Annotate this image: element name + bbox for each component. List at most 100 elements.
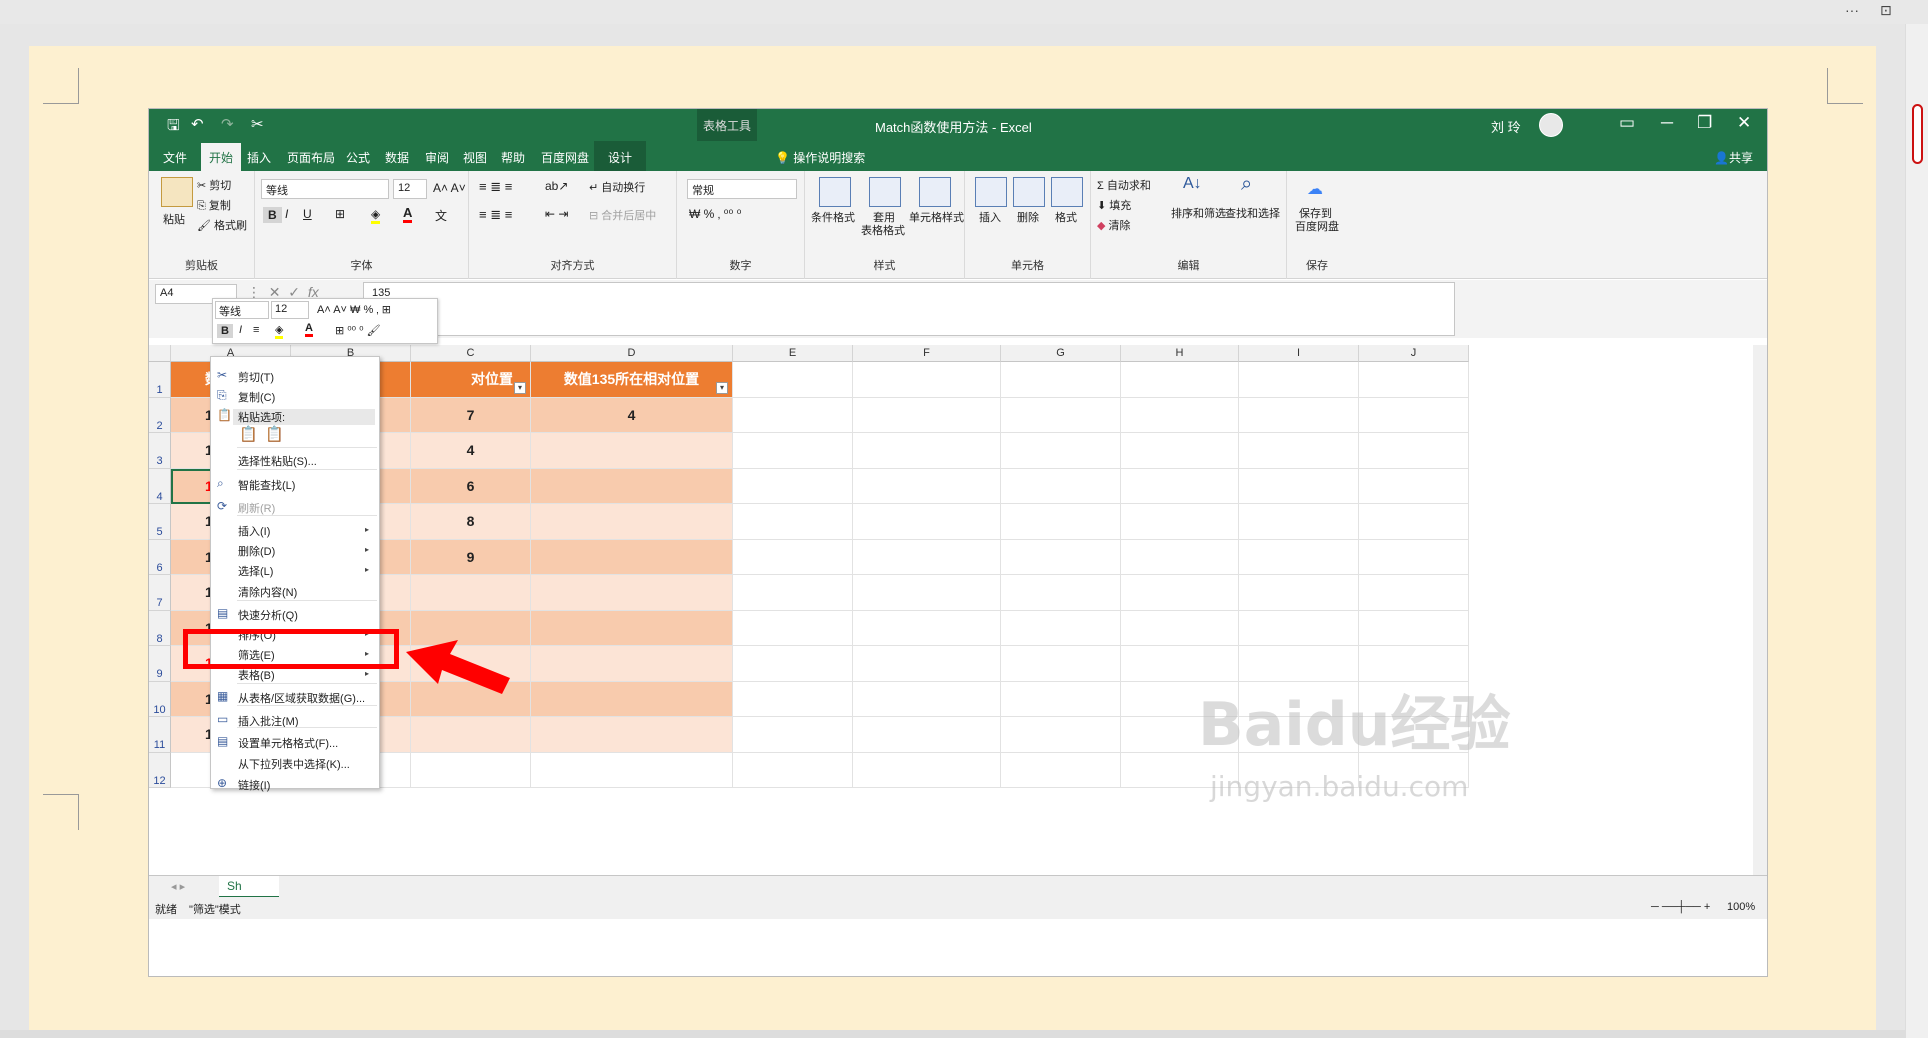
empty-cell[interactable] [1001,717,1121,753]
table-cell[interactable]: 7 [411,397,531,433]
redo-icon[interactable]: ↷ [221,115,234,133]
font-color-icon[interactable]: A [403,205,413,223]
column-header-g[interactable]: G [1001,345,1121,362]
maximize-icon[interactable]: ❐ [1697,113,1712,133]
table-cell[interactable]: 4 [531,397,733,433]
fill-button[interactable]: ⬇ 填充 [1097,197,1131,213]
empty-cell[interactable] [853,646,1001,682]
tab-page-layout[interactable]: 页面布局 [287,149,335,166]
align-left-icon[interactable]: ≡ ≣ ≡ [479,207,512,223]
copy-button[interactable]: ⎘ 复制 [197,197,231,213]
tab-view[interactable]: 视图 [463,149,487,166]
filter-dropdown-icon[interactable]: ▾ [514,381,526,394]
empty-cell[interactable] [733,539,853,575]
empty-cell[interactable] [1359,433,1469,469]
empty-cell[interactable] [1359,504,1469,540]
empty-cell[interactable] [1239,539,1359,575]
column-header-h[interactable]: H [1121,345,1239,362]
column-header-f[interactable]: F [853,345,1001,362]
delete-cells-icon[interactable] [1013,177,1045,207]
tab-formulas[interactable]: 公式 [346,149,370,166]
format-table-label2[interactable]: 表格格式 [861,222,905,238]
menu-item[interactable]: 清除内容(N) [238,584,297,600]
save-icon[interactable]: 🖫 [167,115,180,140]
menu-item[interactable]: 粘贴选项: [233,409,375,425]
empty-cell[interactable] [1001,468,1121,504]
save-netdisk-label2[interactable]: 百度网盘 [1295,218,1339,234]
undo-icon[interactable]: ↶ [191,115,204,133]
empty-cell[interactable] [1121,504,1239,540]
row-header-8[interactable]: 8 [149,610,171,646]
row-header-12[interactable]: 12 [149,752,171,788]
baidu-cloud-icon[interactable]: ☁ [1307,179,1323,199]
indent-icon[interactable]: ⇤ ⇥ [545,207,568,221]
row-header-6[interactable]: 6 [149,539,171,575]
empty-cell[interactable] [1359,575,1469,611]
empty-cell[interactable] [853,681,1001,717]
empty-cell[interactable] [1239,575,1359,611]
table-cell[interactable] [411,575,531,611]
conditional-format-button[interactable]: 条件格式 [811,209,855,225]
font-size-select[interactable]: 12 [393,179,427,199]
row-header-1[interactable]: 1 [149,362,171,398]
empty-cell[interactable] [853,717,1001,753]
restore-icon[interactable]: ⊡ [1880,2,1892,19]
empty-cell[interactable] [1001,681,1121,717]
filter-dropdown-icon[interactable]: ▾ [716,381,728,394]
menu-item[interactable]: 从表格/区域获取数据(G)... [238,690,365,706]
empty-cell[interactable] [1239,610,1359,646]
table-cell[interactable]: 对位置 ▾ [411,362,531,398]
format-cells-icon[interactable] [1051,177,1083,207]
empty-cell[interactable] [1359,362,1469,398]
menu-item[interactable]: 复制(C) [238,389,275,405]
empty-cell[interactable] [1001,539,1121,575]
paste-values-icon[interactable]: 📋 [265,425,284,443]
empty-cell[interactable] [1001,646,1121,682]
wrap-text-button[interactable]: ↵ 自动换行 [589,179,645,195]
empty-cell[interactable] [853,504,1001,540]
empty-cell[interactable] [733,362,853,398]
delete-cells-button[interactable]: 删除 [1017,209,1039,225]
avatar[interactable] [1539,113,1563,137]
empty-cell[interactable] [1001,504,1121,540]
table-cell[interactable]: 8 [411,504,531,540]
row-header-10[interactable]: 10 [149,681,171,717]
empty-cell[interactable] [1001,575,1121,611]
empty-cell[interactable] [1239,504,1359,540]
scroll-thumb[interactable] [1912,104,1923,164]
empty-cell[interactable] [1239,468,1359,504]
table-cell[interactable] [531,539,733,575]
table-cell[interactable] [531,433,733,469]
tell-me-search[interactable]: 💡 操作说明搜索 [775,149,865,166]
page-scrollbar[interactable] [1905,24,1928,1038]
empty-cell[interactable] [1001,397,1121,433]
mini-grow-icon[interactable]: A˄ A˅ ₩ % ‚ ⊞ [317,303,391,316]
row-header-4[interactable]: 4 [149,468,171,504]
merge-center-button[interactable]: ⊟ 合并后居中 [589,207,656,223]
empty-cell[interactable] [733,610,853,646]
empty-cell[interactable] [733,752,853,788]
mini-italic-button[interactable]: I [239,324,242,336]
empty-cell[interactable] [1121,397,1239,433]
empty-cell[interactable] [853,610,1001,646]
empty-cell[interactable] [853,539,1001,575]
menu-item[interactable]: 选择(L) [238,563,273,579]
row-header-11[interactable]: 11 [149,717,171,753]
empty-cell[interactable] [853,575,1001,611]
sort-filter-icon[interactable]: A↓ [1183,175,1202,193]
italic-button[interactable]: I [285,207,288,221]
empty-cell[interactable] [853,752,1001,788]
empty-cell[interactable] [411,752,531,788]
menu-item[interactable]: 从下拉列表中选择(K)... [238,756,350,772]
mini-size-select[interactable]: 12 [271,301,309,319]
tab-help[interactable]: 帮助 [501,149,525,166]
empty-cell[interactable] [1359,468,1469,504]
empty-cell[interactable] [733,681,853,717]
format-table-icon[interactable] [869,177,901,207]
empty-cell[interactable] [733,433,853,469]
empty-cell[interactable] [531,752,733,788]
close-icon[interactable]: ✕ [1737,113,1751,133]
share-button[interactable]: 👤共享 [1714,149,1753,166]
grow-font-icon[interactable]: A˄ A˅ [433,181,466,195]
fill-color-icon[interactable]: ◈ [371,207,381,224]
